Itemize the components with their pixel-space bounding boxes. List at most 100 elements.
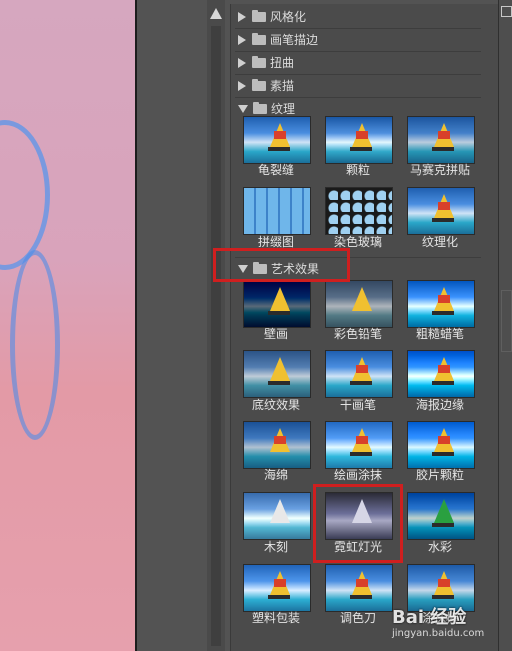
highlight-box-neon-glow	[313, 484, 403, 563]
filter-label[interactable]: 调色刀	[318, 609, 398, 626]
filter-label[interactable]: 海绵	[236, 466, 316, 483]
filter-thumb-poster-edges[interactable]	[407, 350, 475, 398]
filter-label[interactable]: 海报边缘	[400, 396, 480, 413]
category-brush-strokes[interactable]: 画笔描边	[235, 29, 481, 50]
filter-thumb-rough-pastels[interactable]	[407, 280, 475, 328]
watermark-url: jingyan.baidu.com	[392, 628, 485, 639]
sail-shape	[438, 202, 450, 210]
category-stylize[interactable]: 风格化	[235, 6, 481, 27]
filter-label[interactable]: 粗糙蜡笔	[400, 325, 480, 342]
filter-thumb-fresco[interactable]	[243, 280, 311, 328]
category-label: 扭曲	[270, 56, 295, 70]
scroll-up-arrow-icon[interactable]	[210, 8, 222, 19]
panel-divider	[501, 290, 512, 352]
sail-shape	[438, 295, 450, 303]
category-sketch[interactable]: 素描	[235, 75, 481, 96]
filter-thumb-patchwork[interactable]	[243, 187, 311, 235]
scroll-track[interactable]	[211, 26, 221, 646]
filter-label[interactable]: 马赛克拼贴	[400, 161, 480, 178]
hull-shape	[432, 452, 454, 456]
sail-shape	[270, 357, 290, 381]
folder-icon	[252, 55, 266, 68]
canvas-stroke	[10, 250, 60, 440]
panel-toggle-icon[interactable]	[501, 6, 512, 17]
image-canvas	[0, 0, 135, 651]
collapse-arrow-icon[interactable]	[238, 104, 248, 113]
filter-thumb-plastic-wrap[interactable]	[243, 564, 311, 612]
sail-shape	[438, 436, 450, 444]
sail-shape	[274, 436, 286, 444]
filter-label[interactable]: 木刻	[236, 538, 316, 555]
filter-label[interactable]: 塑料包装	[236, 609, 316, 626]
hull-shape	[432, 147, 454, 151]
filter-label[interactable]: 底纹效果	[236, 396, 316, 413]
expand-arrow-icon[interactable]	[238, 80, 246, 91]
category-label: 画笔描边	[270, 33, 319, 47]
filter-thumb-sponge[interactable]	[243, 421, 311, 469]
sail-shape	[274, 131, 286, 139]
hull-shape	[432, 218, 454, 222]
workspace-gutter	[137, 0, 207, 651]
folder-open-icon	[253, 101, 267, 114]
hull-shape	[350, 381, 372, 385]
filter-label[interactable]: 绘画涂抹	[318, 466, 398, 483]
filter-label[interactable]: 彩色铅笔	[318, 325, 398, 342]
filter-thumb-palette-knife[interactable]	[325, 564, 393, 612]
filter-thumb-underpainting[interactable]	[243, 350, 311, 398]
hull-shape	[432, 311, 454, 315]
sail-shape	[274, 579, 286, 587]
sail-shape	[352, 287, 372, 311]
filter-thumb-cutout[interactable]	[243, 492, 311, 540]
filter-label[interactable]: 干画笔	[318, 396, 398, 413]
filter-thumb-film-grain[interactable]	[407, 421, 475, 469]
hull-shape	[350, 452, 372, 456]
hull-shape	[268, 311, 290, 315]
sail-shape	[438, 579, 450, 587]
hull-shape	[432, 523, 454, 527]
hull-shape	[268, 381, 290, 385]
filter-label[interactable]: 纹理化	[400, 233, 480, 250]
filter-thumb-watercolor[interactable]	[407, 492, 475, 540]
folder-icon	[252, 78, 266, 91]
filter-label[interactable]: 龟裂缝	[236, 161, 316, 178]
filter-thumb-dry-brush[interactable]	[325, 350, 393, 398]
sail-shape	[270, 287, 290, 311]
hull-shape	[350, 147, 372, 151]
hull-shape	[432, 595, 454, 599]
filter-thumb-colored-pencil[interactable]	[325, 280, 393, 328]
sail-shape	[270, 499, 290, 523]
hull-shape	[432, 381, 454, 385]
highlight-box-artistic	[213, 248, 350, 282]
filter-label[interactable]: 颗粒	[318, 161, 398, 178]
filter-thumb-texturizer[interactable]	[407, 187, 475, 235]
filter-label[interactable]: 壁画	[236, 325, 316, 342]
watermark-logo: Bai 经验	[392, 607, 467, 628]
filter-thumb-craquelure[interactable]	[243, 116, 311, 164]
category-label: 素描	[270, 79, 295, 93]
expand-arrow-icon[interactable]	[238, 57, 246, 68]
folder-icon	[252, 9, 266, 22]
hull-shape	[268, 147, 290, 151]
folder-icon	[252, 32, 266, 45]
category-label: 纹理	[271, 102, 296, 116]
canvas-stroke	[0, 120, 50, 270]
filter-label[interactable]: 水彩	[400, 538, 480, 555]
sail-shape	[356, 436, 368, 444]
filter-thumb-stained-glass[interactable]	[325, 187, 393, 235]
sail-shape	[356, 131, 368, 139]
sail-shape	[438, 131, 450, 139]
left-scrollbar[interactable]	[207, 0, 225, 651]
filter-label[interactable]: 胶片颗粒	[400, 466, 480, 483]
expand-arrow-icon[interactable]	[238, 11, 246, 22]
hull-shape	[268, 595, 290, 599]
sail-shape	[356, 365, 368, 373]
right-panel-edge	[498, 0, 512, 651]
hull-shape	[350, 595, 372, 599]
expand-arrow-icon[interactable]	[238, 34, 246, 45]
filter-thumb-paint-daubs[interactable]	[325, 421, 393, 469]
sail-shape	[438, 365, 450, 373]
filter-thumb-mosaic-tiles[interactable]	[407, 116, 475, 164]
category-distort[interactable]: 扭曲	[235, 52, 481, 73]
filter-thumb-grain[interactable]	[325, 116, 393, 164]
sail-shape	[356, 579, 368, 587]
